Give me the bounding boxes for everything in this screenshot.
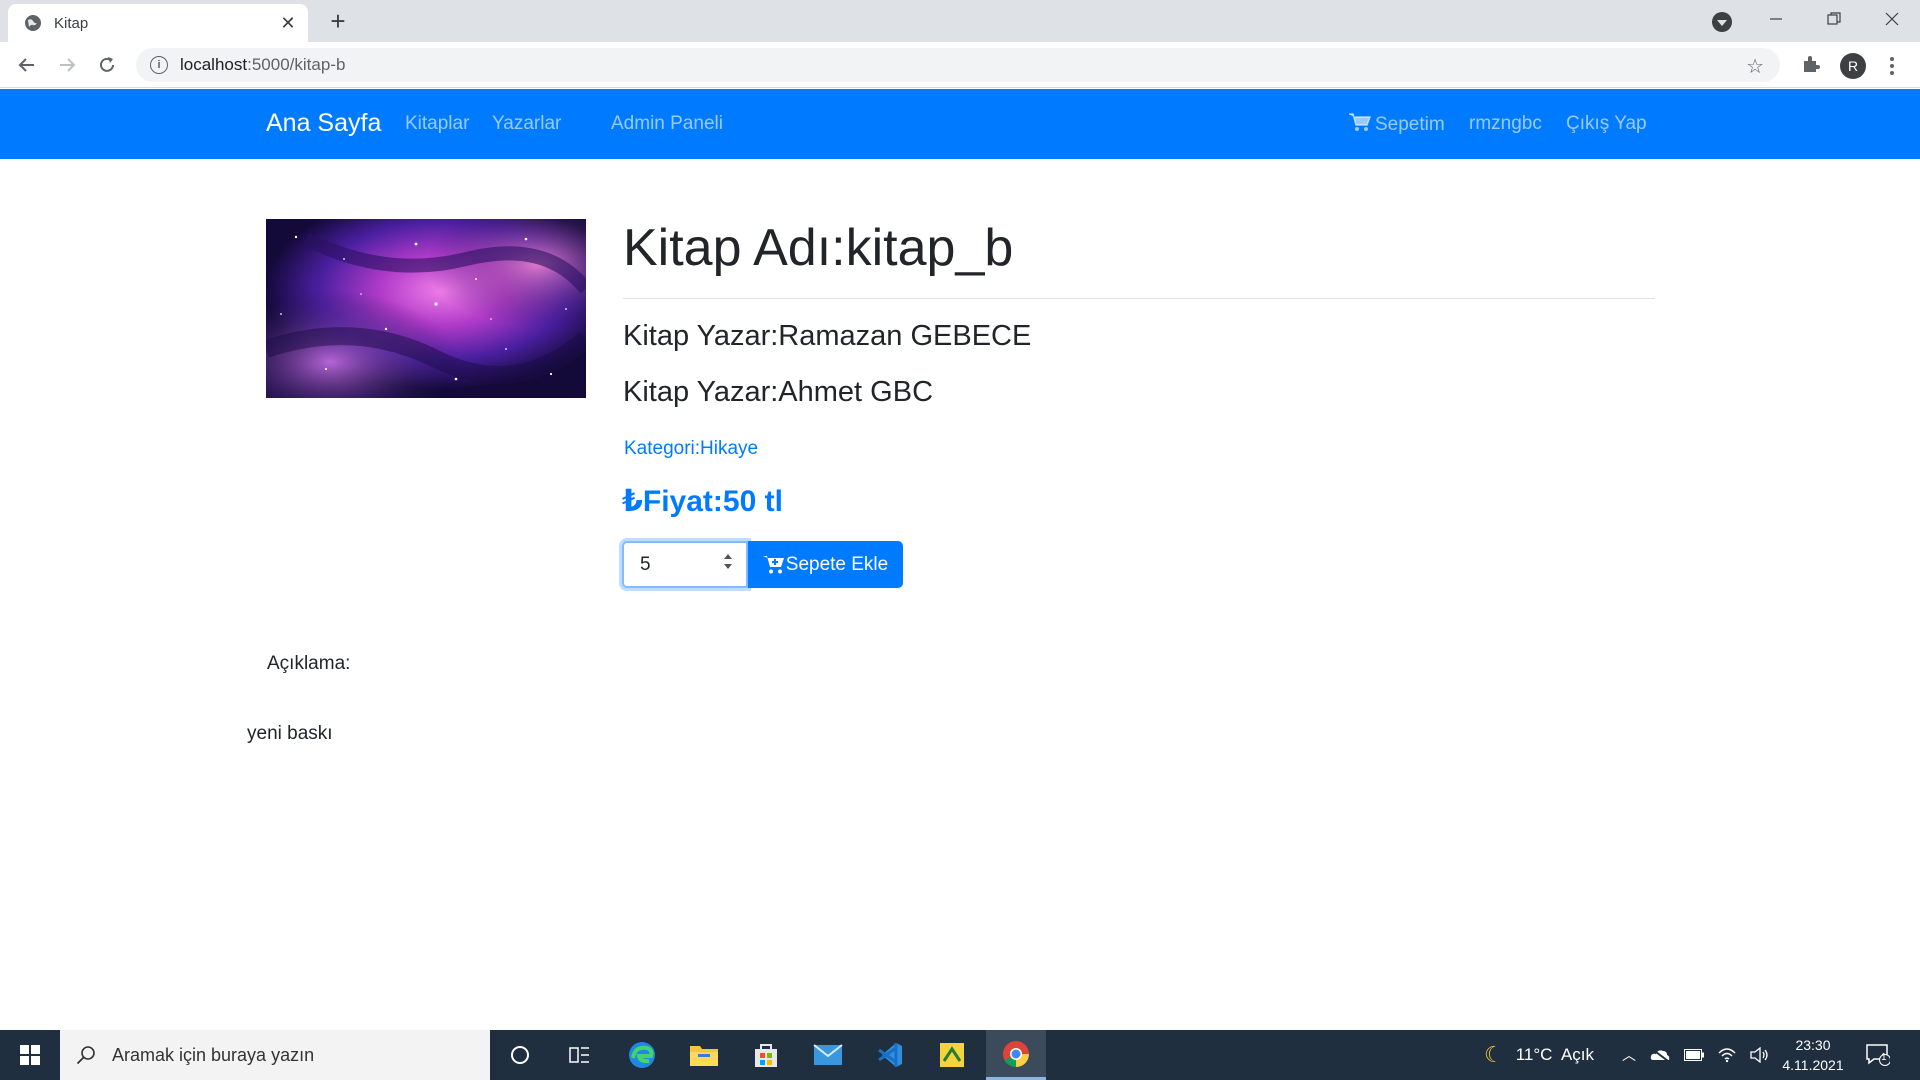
clock-date: 4.11.2021 [1782, 1057, 1844, 1073]
cortana-circle-icon [511, 1046, 529, 1064]
browser-tab[interactable]: Kitap ✕ [8, 4, 308, 42]
cart-plus-icon [762, 555, 784, 573]
tab-search-icon[interactable] [1712, 12, 1732, 32]
description-text: yeni baskı [247, 723, 333, 744]
nav-link-kitaplar[interactable]: Kitaplar [405, 113, 469, 135]
browser-tabstrip: Kitap ✕ + [0, 0, 1920, 42]
lira-icon: ₺ [622, 485, 643, 518]
category-link[interactable]: Kategori:Hikaye [624, 438, 758, 460]
search-placeholder: Aramak için buraya yazın [112, 1044, 315, 1065]
nav-link-user[interactable]: rmzngbc [1469, 113, 1542, 135]
close-icon [1885, 12, 1899, 26]
moon-icon: ☾ [1484, 1042, 1504, 1067]
store-bag-icon [755, 1044, 777, 1067]
taskbar-clock[interactable]: 23:30 4.11.2021 [1768, 1035, 1858, 1075]
book-author-1: Kitap Yazar:Ramazan GEBECE [623, 320, 1032, 352]
chrome-icon [1003, 1040, 1029, 1067]
notification-center-button[interactable]: 1 [1866, 1030, 1890, 1080]
cart-label: Sepetim [1375, 114, 1445, 135]
nav-link-logout[interactable]: Çıkış Yap [1566, 113, 1647, 135]
taskbar-mail[interactable] [798, 1030, 858, 1080]
quantity-stepper[interactable]: 5 [622, 541, 748, 588]
book-price: ₺Fiyat:50 tl [622, 484, 783, 519]
nav-link-admin-panel[interactable]: Admin Paneli [611, 113, 723, 135]
taskbar-store[interactable] [736, 1030, 796, 1080]
onedrive-offline-icon[interactable] [1650, 1048, 1670, 1062]
tab-title: Kitap [54, 14, 89, 32]
task-view-button[interactable] [550, 1030, 610, 1080]
site-navbar: Ana Sayfa Kitaplar Yazarlar Admin Paneli… [0, 89, 1920, 159]
minimize-icon [1770, 18, 1782, 20]
windows-taskbar: Aramak için buraya yazın ☾ 11°C Açık ︿ 2… [0, 1030, 1920, 1080]
cart-icon [1349, 113, 1371, 131]
profile-avatar[interactable]: R [1840, 53, 1866, 79]
brand-link[interactable]: Ana Sayfa [266, 109, 381, 138]
clock-time: 23:30 [1795, 1037, 1831, 1053]
weather-widget[interactable]: ☾ 11°C Açık [1484, 1030, 1594, 1080]
cortana-button[interactable] [490, 1030, 550, 1080]
taskbar-vscode[interactable] [860, 1030, 920, 1080]
book-title: Kitap Adı:kitap_b [623, 219, 1014, 277]
nav-link-yazarlar[interactable]: Yazarlar [492, 113, 561, 135]
taskbar-file-explorer[interactable] [674, 1030, 734, 1080]
wifi-icon[interactable] [1718, 1047, 1736, 1063]
volume-icon[interactable] [1750, 1047, 1770, 1063]
system-tray: ︿ [1622, 1030, 1770, 1080]
back-button[interactable] [12, 50, 42, 80]
add-to-cart-label: Sepete Ekle [785, 553, 889, 575]
restore-button[interactable] [1806, 0, 1862, 38]
address-bar[interactable]: i localhost:5000/kitap-b ☆ [136, 48, 1780, 82]
chevron-up-icon[interactable]: ︿ [1622, 1045, 1636, 1065]
battery-icon[interactable] [1684, 1049, 1704, 1061]
quantity-value: 5 [640, 553, 651, 575]
windows-logo-icon [20, 1045, 40, 1065]
close-window-button[interactable] [1864, 0, 1920, 38]
arrow-right-icon [60, 58, 76, 72]
weather-text: 11°C Açık [1515, 1045, 1595, 1064]
browser-toolbar: i localhost:5000/kitap-b ☆ [0, 42, 1920, 88]
title-divider [623, 298, 1655, 299]
search-icon [76, 1046, 95, 1065]
price-text: Fiyat:50 tl [642, 485, 783, 518]
minimize-button[interactable] [1748, 0, 1804, 38]
browser-menu-icon[interactable] [1882, 52, 1902, 80]
restore-icon [1827, 12, 1841, 25]
spinner-arrows-icon[interactable] [724, 554, 732, 569]
reload-icon [100, 57, 114, 72]
globe-icon [25, 15, 41, 31]
book-cover-image [266, 219, 586, 398]
site-info-icon[interactable]: i [150, 56, 168, 74]
folder-icon [690, 1046, 718, 1066]
reload-button[interactable] [92, 50, 122, 80]
extensions-puzzle-icon[interactable] [1800, 53, 1822, 75]
url-text: localhost:5000/kitap-b [180, 55, 346, 74]
taskbar-chrome[interactable] [986, 1030, 1046, 1080]
mail-icon [813, 1044, 843, 1065]
close-tab-icon[interactable]: ✕ [278, 13, 298, 34]
edge-icon [629, 1042, 655, 1068]
notification-count: 1 [1881, 1052, 1887, 1063]
task-view-icon [569, 1047, 589, 1063]
app-tile-icon [940, 1043, 964, 1067]
taskbar-search-box[interactable]: Aramak için buraya yazın [60, 1030, 490, 1080]
new-tab-button[interactable]: + [322, 6, 354, 38]
nav-link-cart[interactable]: Sepetim [1349, 113, 1445, 136]
description-label: Açıklama: [267, 653, 351, 674]
start-button[interactable] [0, 1030, 60, 1080]
bookmark-star-icon[interactable]: ☆ [1746, 54, 1764, 79]
book-author-2: Kitap Yazar:Ahmet GBC [623, 376, 934, 408]
taskbar-app-sticky[interactable] [922, 1030, 982, 1080]
add-to-cart-button[interactable]: Sepete Ekle [748, 541, 903, 588]
vscode-icon [878, 1043, 902, 1067]
arrow-left-icon [18, 58, 34, 72]
taskbar-edge[interactable] [612, 1030, 672, 1080]
forward-button[interactable] [52, 50, 82, 80]
